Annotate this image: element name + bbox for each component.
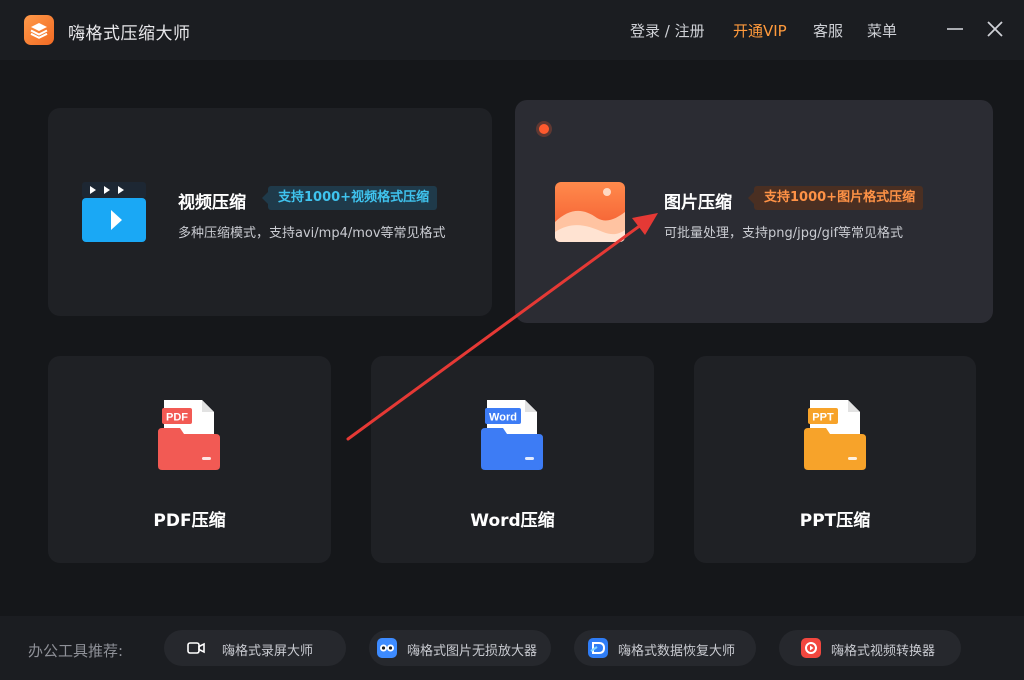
- customer-service-link[interactable]: 客服: [813, 20, 843, 41]
- camera-icon: [186, 638, 206, 658]
- close-icon[interactable]: [984, 18, 1006, 40]
- image-compress-desc: 可批量处理，支持png/jpg/gif等常见格式: [664, 226, 904, 241]
- pdf-icon-text: PDF: [166, 412, 188, 424]
- video-compress-desc: 多种压缩模式，支持avi/mp4/mov等常见格式: [178, 226, 446, 241]
- menu-link[interactable]: 菜单: [867, 20, 897, 41]
- tool-video-converter[interactable]: 嗨格式视频转换器: [779, 630, 961, 666]
- pdf-file-icon: PDF: [158, 400, 220, 476]
- tool-label: 嗨格式视频转换器: [831, 644, 936, 659]
- word-compress-title: Word压缩: [470, 511, 555, 531]
- video-clapper-icon: [82, 182, 146, 242]
- vip-link[interactable]: 开通VIP: [733, 20, 787, 41]
- word-icon-text: Word: [489, 412, 517, 424]
- tool-screen-recorder[interactable]: 嗨格式录屏大师: [164, 630, 346, 666]
- tool-data-recovery[interactable]: 嗨格式数据恢复大师: [574, 630, 756, 666]
- app-logo-icon: [24, 15, 54, 45]
- minimize-icon[interactable]: [944, 18, 966, 40]
- login-register-link[interactable]: 登录 / 注册: [630, 20, 705, 41]
- ppt-compress-card[interactable]: PPT PPT压缩: [694, 356, 976, 563]
- convert-icon: [801, 638, 821, 658]
- pdf-compress-title: PDF压缩: [153, 511, 226, 531]
- word-compress-card[interactable]: Word Word压缩: [371, 356, 654, 563]
- video-compress-title: 视频压缩: [178, 193, 246, 213]
- recovery-icon: [588, 638, 608, 658]
- image-format-badge: 支持1000+图片格式压缩: [747, 186, 924, 210]
- tool-label: 嗨格式图片无损放大器: [407, 644, 538, 659]
- ppt-compress-title: PPT压缩: [799, 511, 871, 531]
- tool-image-upscaler[interactable]: 嗨格式图片无损放大器: [369, 630, 551, 666]
- tool-label: 嗨格式录屏大师: [222, 644, 314, 659]
- tool-label: 嗨格式数据恢复大师: [618, 644, 736, 659]
- image-compress-card[interactable]: 图片压缩 支持1000+图片格式压缩 可批量处理，支持png/jpg/gif等常…: [515, 100, 993, 323]
- image-picture-icon: [555, 182, 625, 242]
- image-compress-title: 图片压缩: [664, 193, 732, 213]
- title-bar: 嗨格式压缩大师 登录 / 注册 开通VIP 客服 菜单: [0, 0, 1024, 60]
- word-file-icon: Word: [481, 400, 543, 476]
- ppt-icon-text: PPT: [812, 412, 834, 424]
- new-indicator-dot: [539, 124, 549, 134]
- video-compress-card[interactable]: 视频压缩 支持1000+视频格式压缩 多种压缩模式，支持avi/mp4/mov等…: [48, 108, 492, 316]
- office-tools-label: 办公工具推荐:: [28, 642, 124, 660]
- footer-bar: 办公工具推荐: 嗨格式录屏大师 嗨格式图片无损放大器 嗨格式数据恢复大师 嗨格式…: [0, 616, 1024, 680]
- pdf-compress-card[interactable]: PDF PDF压缩: [48, 356, 331, 563]
- owl-icon: [377, 638, 397, 658]
- ppt-file-icon: PPT: [804, 400, 866, 476]
- app-title: 嗨格式压缩大师: [68, 24, 191, 44]
- video-format-badge: 支持1000+视频格式压缩: [261, 186, 438, 210]
